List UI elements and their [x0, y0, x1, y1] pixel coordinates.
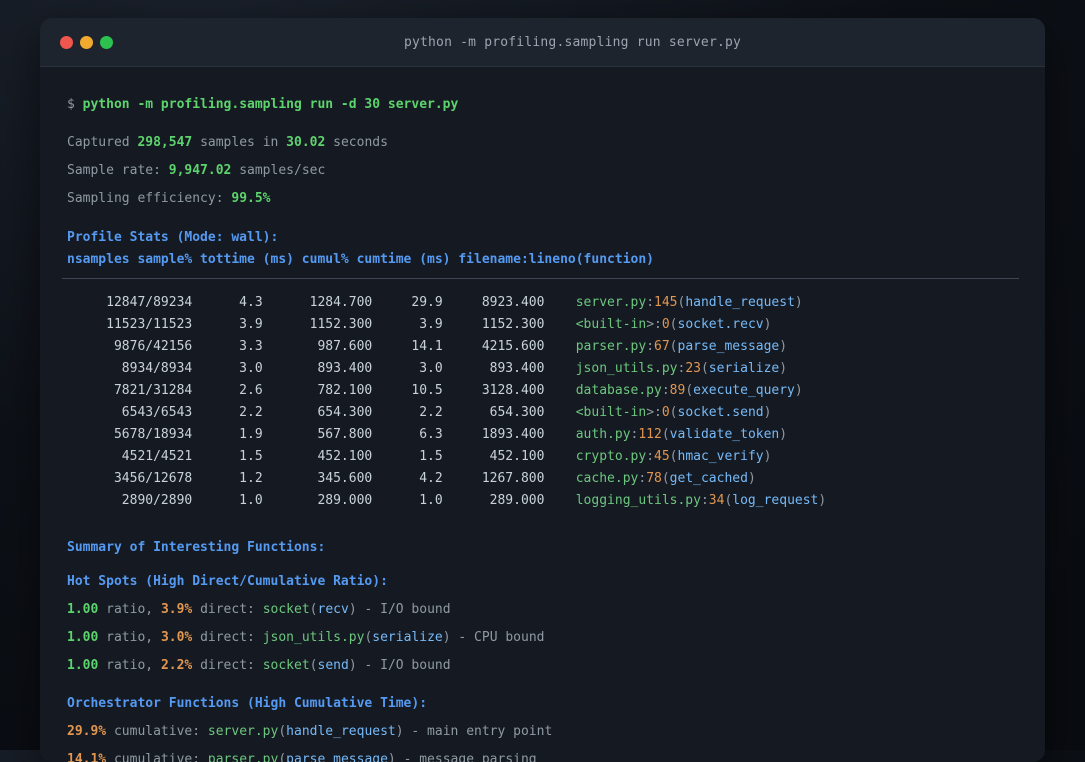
profile-row: 8934/8934 3.0 893.400 3.0 893.400 json_u… — [67, 361, 788, 376]
profile-row: 3456/12678 1.2 345.600 4.2 1267.800 cach… — [67, 471, 756, 486]
sample-rate-line: Sample rate: 9,947.02 samples/sec — [67, 163, 326, 178]
captured-samples-line: Captured 298,547 samples in 30.02 second… — [67, 135, 388, 150]
traffic-lights — [60, 18, 113, 66]
minimize-button-icon[interactable] — [80, 35, 93, 49]
samples-count: 298,547 — [137, 135, 193, 150]
profile-row: 11523/11523 3.9 1152.300 3.9 1152.300 <b… — [67, 317, 772, 332]
profile-row: 4521/4521 1.5 452.100 1.5 452.100 crypto… — [67, 449, 772, 464]
hot-spots-title: Hot Spots (High Direct/Cumulative Ratio)… — [67, 574, 388, 589]
profile-stats-title: Profile Stats (Mode: wall): — [67, 230, 279, 245]
profile-row: 2890/2890 1.0 289.000 1.0 289.000 loggin… — [67, 493, 827, 508]
orchestrators-list: 29.9% cumulative: server.py(handle_reque… — [67, 718, 1020, 762]
command-line: $ python -m profiling.sampling run -d 30… — [67, 91, 1020, 119]
table-header: nsamples sample% tottime (ms) cumul% cum… — [67, 252, 654, 267]
window-title: python -m profiling.sampling run server.… — [403, 34, 742, 50]
profile-row: 7821/31284 2.6 782.100 10.5 3128.400 dat… — [67, 383, 803, 398]
profile-row: 9876/42156 3.3 987.600 14.1 4215.600 par… — [67, 339, 788, 354]
summary-title: Summary of Interesting Functions: — [67, 540, 326, 555]
hot-spot-item: 1.00 ratio, 3.0% direct: json_utils.py(s… — [67, 630, 545, 645]
hot-spot-item: 1.00 ratio, 2.2% direct: socket(send) - … — [67, 658, 451, 673]
efficiency-value: 99.5% — [231, 191, 271, 206]
maximize-button-icon[interactable] — [100, 35, 113, 49]
sampling-efficiency-line: Sampling efficiency: 99.5% — [67, 191, 271, 206]
terminal-window: python -m profiling.sampling run server.… — [40, 18, 1045, 762]
window-titlebar: python -m profiling.sampling run server.… — [40, 18, 1045, 67]
hot-spot-item: 1.00 ratio, 3.9% direct: socket(recv) - … — [67, 602, 451, 617]
close-button-icon[interactable] — [60, 35, 73, 49]
orchestrator-item: 14.1% cumulative: parser.py(parse_messag… — [67, 752, 537, 762]
command-text: python -m profiling.sampling run -d 30 s… — [82, 97, 459, 112]
profile-row: 6543/6543 2.2 654.300 2.2 654.300 <built… — [67, 405, 772, 420]
profile-row: 12847/89234 4.3 1284.700 29.9 8923.400 s… — [67, 295, 803, 310]
sample-rate-value: 9,947.02 — [168, 163, 232, 178]
table-divider — [62, 278, 1019, 279]
hot-spots-list: 1.00 ratio, 3.9% direct: socket(recv) - … — [67, 596, 1020, 680]
capture-duration: 30.02 — [286, 135, 326, 150]
terminal-body[interactable]: $ python -m profiling.sampling run -d 30… — [40, 67, 1045, 762]
orchestrators-title: Orchestrator Functions (High Cumulative … — [67, 696, 428, 711]
profile-row: 5678/18934 1.9 567.800 6.3 1893.400 auth… — [67, 427, 788, 442]
orchestrator-item: 29.9% cumulative: server.py(handle_reque… — [67, 724, 553, 739]
profile-table: 12847/89234 4.3 1284.700 29.9 8923.400 s… — [67, 292, 1020, 512]
shell-prompt: $ — [67, 97, 83, 112]
